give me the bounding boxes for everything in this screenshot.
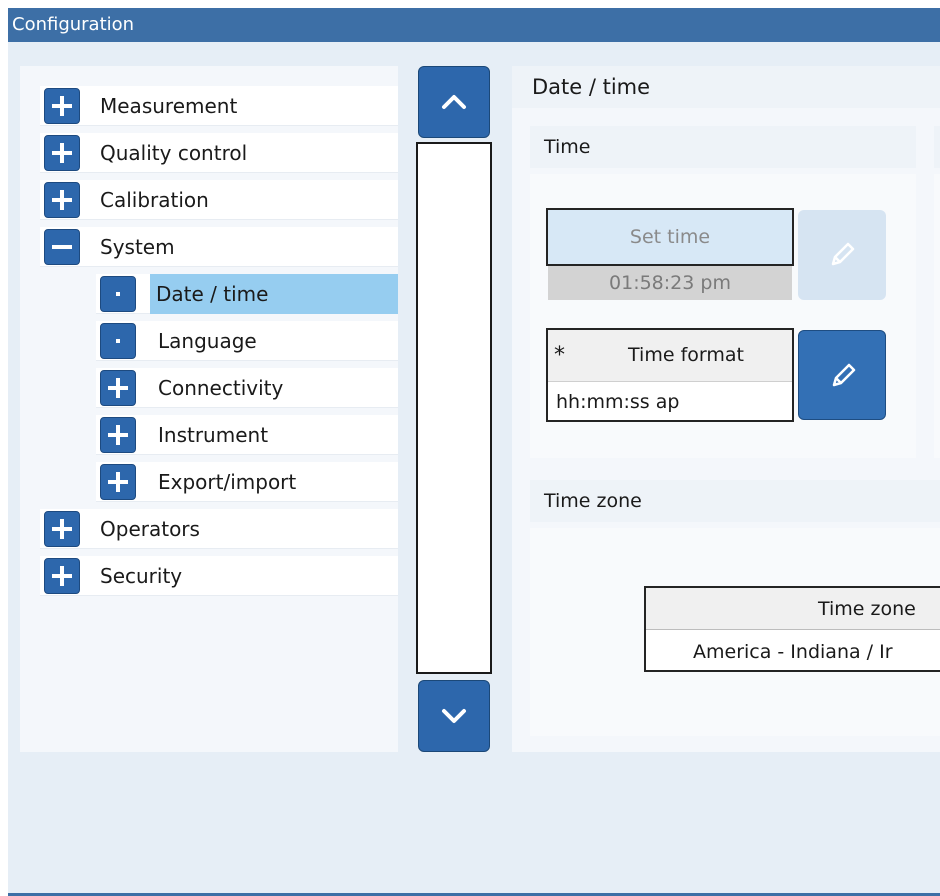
- tree-item-system[interactable]: System: [40, 227, 398, 267]
- collapse-minus-icon[interactable]: [44, 229, 80, 265]
- time-format-field: * Time format hh:mm:ss ap: [546, 328, 794, 422]
- adjacent-group-body: [934, 174, 940, 458]
- window-title: Configuration: [8, 8, 940, 42]
- chevron-up-icon: [442, 95, 466, 109]
- time-zone-table-header: Time zone: [646, 588, 940, 630]
- tree-item-label: Language: [158, 329, 257, 353]
- scroll-down-button[interactable]: [418, 680, 490, 752]
- time-format-edit-button[interactable]: [798, 330, 886, 420]
- expand-plus-icon[interactable]: [44, 182, 80, 218]
- tree-item-label: Instrument: [158, 423, 269, 447]
- configuration-window: Configuration Measurement Quality contro…: [8, 8, 940, 896]
- time-zone-column-header: Time zone: [818, 598, 916, 620]
- tree-item-label: Security: [100, 564, 183, 588]
- time-format-header: * Time format: [548, 330, 792, 382]
- set-time-button[interactable]: Set time: [546, 208, 794, 266]
- expand-plus-icon[interactable]: [100, 464, 136, 500]
- adjacent-group-header: [934, 126, 940, 168]
- tree-item-label: Calibration: [100, 188, 209, 212]
- tree-item-operators[interactable]: Operators: [40, 509, 398, 549]
- tree-item-label: Operators: [100, 517, 200, 541]
- expand-plus-icon[interactable]: [44, 558, 80, 594]
- tree-item-instrument[interactable]: Instrument: [96, 415, 398, 455]
- tree-item-export-import[interactable]: Export/import: [96, 462, 398, 502]
- current-time-value: 01:58:23 pm: [548, 266, 792, 300]
- leaf-dot-icon: [100, 323, 136, 359]
- tree-item-date-time[interactable]: Date / time: [96, 274, 398, 314]
- tree-item-label: System: [100, 235, 175, 259]
- scroll-track[interactable]: [416, 142, 492, 674]
- scroll-up-button[interactable]: [418, 66, 490, 138]
- expand-plus-icon[interactable]: [100, 370, 136, 406]
- tree-item-calibration[interactable]: Calibration: [40, 180, 398, 220]
- tree-item-label: Date / time: [150, 274, 398, 314]
- tree-item-language[interactable]: Language: [96, 321, 398, 361]
- tree-item-label: Quality control: [100, 141, 248, 165]
- tree-item-quality-control[interactable]: Quality control: [40, 133, 398, 173]
- set-time-edit-button[interactable]: [798, 210, 886, 300]
- tree-item-security[interactable]: Security: [40, 556, 398, 596]
- tree-item-connectivity[interactable]: Connectivity: [96, 368, 398, 408]
- time-zone-table[interactable]: Time zone America - Indiana / Ir: [644, 586, 940, 672]
- tree-item-label: Connectivity: [158, 376, 284, 400]
- time-format-label: Time format: [628, 344, 744, 366]
- expand-plus-icon[interactable]: [44, 88, 80, 124]
- expand-plus-icon[interactable]: [44, 511, 80, 547]
- time-format-value: hh:mm:ss ap: [556, 391, 680, 413]
- chevron-down-icon: [442, 709, 466, 723]
- tree-item-measurement[interactable]: Measurement: [40, 86, 398, 126]
- panel-title: Date / time: [512, 66, 940, 108]
- expand-plus-icon[interactable]: [44, 135, 80, 171]
- tree-item-label: Measurement: [100, 94, 238, 118]
- pencil-icon: [831, 242, 855, 266]
- tree-item-label: Export/import: [158, 470, 297, 494]
- time-group-title: Time: [530, 126, 916, 168]
- time-zone-value[interactable]: America - Indiana / Ir: [693, 634, 893, 670]
- pencil-icon: [832, 363, 856, 387]
- time-zone-group-title: Time zone: [530, 480, 940, 522]
- expand-plus-icon[interactable]: [100, 417, 136, 453]
- required-marker: *: [554, 343, 565, 368]
- leaf-dot-icon: [100, 276, 136, 312]
